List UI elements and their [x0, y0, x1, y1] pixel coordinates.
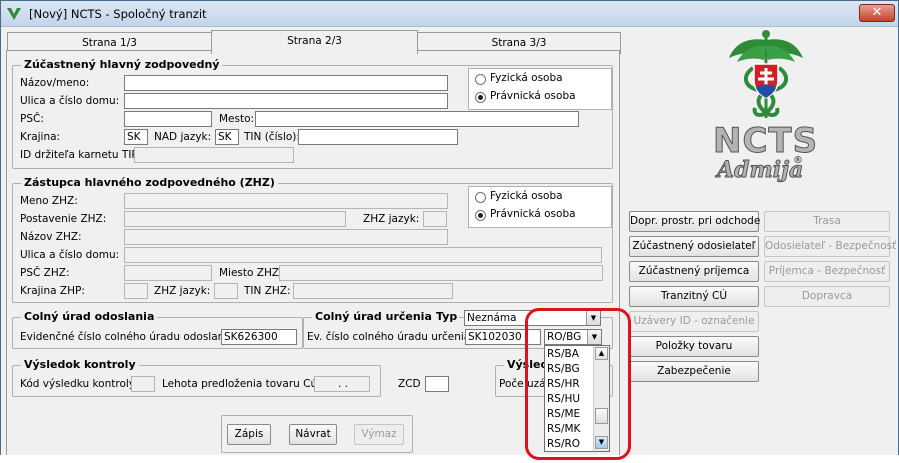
route-button[interactable]: Trasa: [764, 211, 890, 232]
control-code-field[interactable]: [131, 376, 155, 392]
ncts-app-icon: [7, 8, 21, 20]
principal-tir-field[interactable]: [134, 147, 294, 163]
principal-street-field[interactable]: [124, 93, 448, 109]
control-deadline-field[interactable]: . .: [314, 376, 370, 392]
principal-natural-label: Fyzická osoba: [490, 72, 563, 84]
principal-street-label: Ulica a číslo domu:: [20, 95, 120, 107]
principal-psc-label: PSČ:: [20, 113, 44, 125]
group-representative-title: Zástupca hlavného zodpovedného (ZHZ): [21, 176, 278, 189]
departure-transport-button[interactable]: Dopr. prostr. pri odchode: [629, 211, 760, 232]
principal-city-label: Mesto:: [219, 113, 255, 125]
principal-nad-field[interactable]: SK: [215, 129, 239, 145]
rep-country-label: Krajina ZHP:: [20, 285, 85, 297]
principal-tin-field[interactable]: [298, 129, 458, 145]
customs-emblem-logo: [729, 30, 803, 118]
rep-name-field[interactable]: [124, 193, 448, 209]
logo-registered-mark: ®: [793, 155, 803, 166]
zcd-label: ZCD: [398, 378, 421, 390]
principal-city-field[interactable]: [255, 111, 579, 127]
control-deadline-label: Lehota predloženia tovaru Cúu:: [162, 378, 328, 390]
rep-psc-label: PSČ ZHZ:: [20, 267, 70, 279]
rep-position-label: Postavenie ZHZ:: [20, 213, 107, 225]
rep-position-field[interactable]: [124, 211, 346, 227]
rep-company-label: Názov ZHZ:: [20, 231, 82, 243]
principal-country-label: Krajina:: [20, 131, 61, 143]
destination-type-label: Typ: [434, 310, 460, 323]
transit-office-button[interactable]: Tranzitný CÚ: [629, 286, 759, 307]
principal-psc-field[interactable]: [124, 111, 212, 127]
rep-psc-field[interactable]: [124, 265, 212, 281]
rep-city-field[interactable]: [279, 265, 603, 281]
rep-tin-label: TIN ZHZ:: [244, 285, 291, 297]
principal-name-field[interactable]: [124, 75, 448, 91]
principal-name-label: Názov/meno:: [20, 77, 90, 89]
principal-nad-label: NAD jazyk:: [154, 131, 212, 143]
group-destination-title: Colný úrad určenia: [312, 310, 435, 323]
rep-legal-label: Právnická osoba: [490, 208, 576, 220]
zcd-field[interactable]: [425, 376, 449, 392]
group-departure-title: Colný úrad odoslania: [21, 310, 158, 323]
rep-natural-label: Fyzická osoba: [490, 190, 563, 202]
carrier-button[interactable]: Dopravca: [764, 286, 890, 307]
rep-person-type-radios: Fyzická osoba Právnická osoba: [468, 186, 612, 228]
destination-ref-label: Ev. číslo colného úradu určenia:: [307, 331, 474, 343]
close-button[interactable]: ✕: [859, 4, 895, 22]
consignee-security-button[interactable]: Príjemca - Bezpečnosť: [764, 261, 890, 282]
principal-legal-label: Právnická osoba: [490, 90, 576, 102]
principal-tin-label: TIN (číslo):: [244, 131, 300, 143]
principal-tir-label: ID držiteľa karnetu TIR:: [20, 149, 142, 161]
departure-ref-field[interactable]: SK626300: [221, 329, 297, 345]
rep-street-label: Ulica a číslo domu:: [20, 249, 120, 261]
back-button[interactable]: Návrat: [289, 424, 337, 445]
principal-person-type-radios: Fyzická osoba Právnická osoba: [468, 68, 612, 110]
highlight-annotation: [525, 308, 631, 460]
rep-company-field[interactable]: [124, 229, 448, 245]
group-principal-title: Zúčastnený hlavný zodpovedný: [21, 58, 223, 71]
rep-zhz-lang-field[interactable]: [423, 211, 447, 227]
logo-subtitle: Admija: [716, 157, 804, 184]
control-code-label: Kód výsledku kontroly:: [20, 378, 138, 390]
guarantee-button[interactable]: Zabezpečenie: [629, 361, 759, 382]
rep-legal-radio[interactable]: [475, 210, 486, 221]
seals-id-button[interactable]: Uzávery ID - označenie: [629, 311, 759, 332]
group-control-title: Výsledok kontroly: [21, 358, 139, 371]
rep-name-label: Meno ZHZ:: [20, 195, 78, 207]
tab-page-2[interactable]: Strana 2/3: [211, 30, 418, 54]
principal-natural-radio[interactable]: [475, 74, 486, 85]
rep-tin-field[interactable]: [293, 283, 453, 299]
rep-zhz-lang-label: ZHZ jazyk:: [363, 213, 420, 225]
consignee-button[interactable]: Zúčastnený príjemca: [629, 261, 759, 282]
title-bar[interactable]: [Nový] NCTS - Spoločný tranzit ✕: [1, 1, 898, 27]
delete-button[interactable]: Výmaz: [354, 424, 404, 445]
principal-legal-radio[interactable]: [475, 92, 486, 103]
taskbar-strip: [0, 455, 899, 463]
rep-street-field[interactable]: [124, 247, 602, 263]
application-window: [Nový] NCTS - Spoločný tranzit ✕ Strana …: [0, 0, 899, 463]
window-title: [Nový] NCTS - Spoločný tranzit: [29, 7, 207, 21]
rep-country-field[interactable]: [124, 283, 148, 299]
departure-ref-label: Evidenčné číslo colného úradu odoslania:: [20, 331, 238, 343]
destination-type-value: Neznáma: [467, 312, 517, 324]
save-button[interactable]: Zápis: [227, 424, 271, 445]
consignor-button[interactable]: Zúčastnený odosielateľ: [629, 236, 759, 257]
principal-country-field[interactable]: SK: [124, 129, 148, 145]
rep-city-label: Miesto ZHZ:: [219, 267, 283, 279]
rep-lang-label: ZHZ jazyk:: [154, 285, 211, 297]
rep-lang-field[interactable]: [214, 283, 238, 299]
consignor-security-button[interactable]: Odosielateľ - Bezpečnosť: [764, 236, 896, 257]
goods-items-button[interactable]: Položky tovaru: [629, 336, 759, 357]
rep-natural-radio[interactable]: [475, 192, 486, 203]
